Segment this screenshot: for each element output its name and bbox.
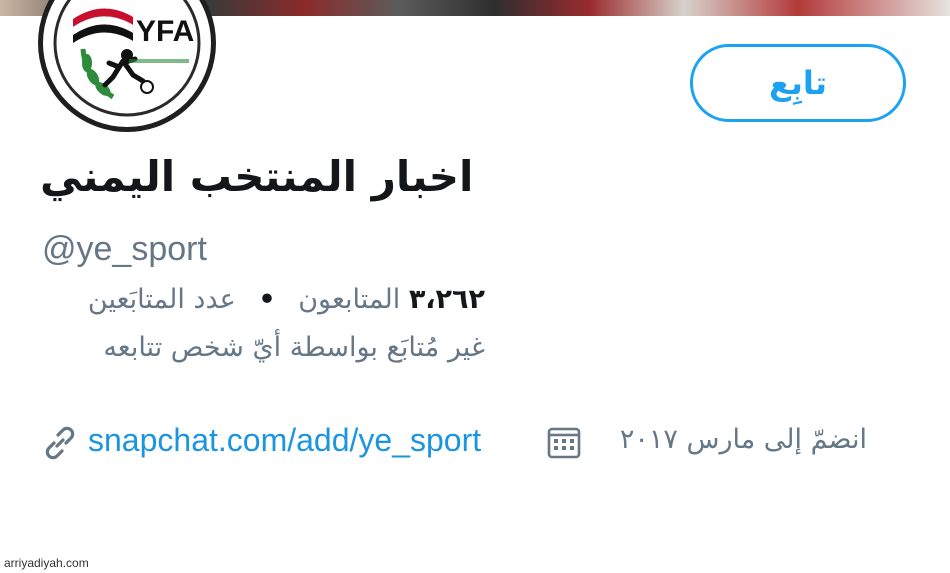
followers-count[interactable]: ٣،٢٦٢	[409, 284, 485, 315]
yfa-logo: YFA	[47, 0, 207, 123]
followers-label[interactable]: المتابعون	[298, 284, 400, 315]
link-icon	[45, 426, 75, 460]
follow-button[interactable]: تابِع	[690, 44, 906, 122]
profile-page: YFA تابِع اخبار المنتخب اليمني @ye_sport…	[0, 0, 950, 573]
watermark: arriyadiyah.com	[4, 556, 89, 570]
profile-display-name: اخبار المنتخب اليمني	[40, 152, 474, 201]
profile-handle: @ye_sport	[42, 230, 207, 268]
joined-date: انضمّ إلى مارس ٢٠١٧	[619, 424, 867, 455]
website-link[interactable]: snapchat.com/add/ye_sport	[88, 422, 481, 459]
profile-meta-row: snapchat.com/add/ye_sport انضمّ إلى مارس…	[40, 420, 870, 466]
follower-stats: ٣،٢٦٢ المتابعون • عدد المتابَعين	[40, 284, 485, 315]
profile-avatar[interactable]: YFA	[38, 0, 216, 132]
followed-by-note: غير مُتابَع بواسطة أيّ شخص تتابعه	[103, 332, 485, 363]
stats-separator: •	[258, 284, 276, 315]
logo-text: YFA	[136, 15, 194, 48]
following-count-label[interactable]: عدد المتابَعين	[88, 284, 236, 315]
calendar-icon	[547, 427, 581, 459]
